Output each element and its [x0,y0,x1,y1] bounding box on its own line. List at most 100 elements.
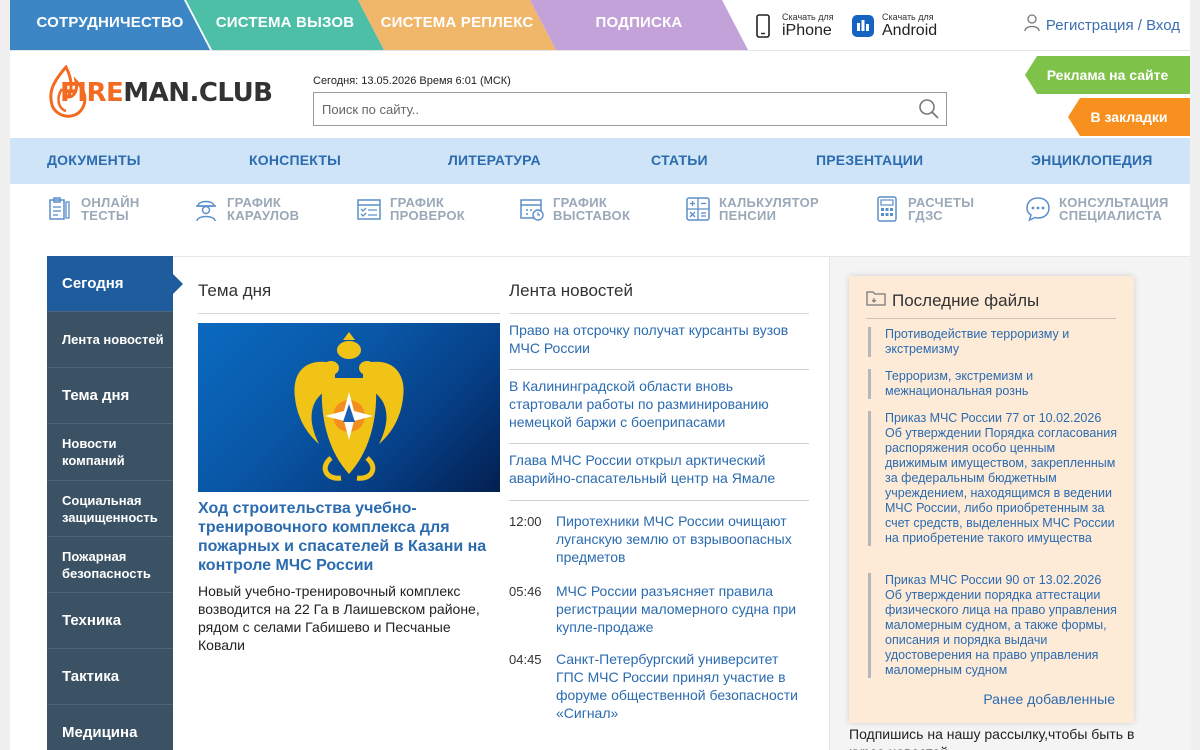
register-login-link[interactable]: Регистрация / Вход [1024,14,1180,36]
android-app-icon [852,13,874,39]
file-link[interactable]: Противодействие терроризму и экстремизму [868,327,1118,357]
test-clipboard-icon [49,197,70,220]
nav-encyclopedia[interactable]: ЭНЦИКЛОПЕДИЯ [1031,138,1153,182]
tab-subscription[interactable]: ПОДПИСКА [530,0,748,50]
divider [509,369,809,370]
phone-icon [752,13,774,39]
tab-label: СИСТЕМА РЕПЛЕКС [380,14,534,31]
sidebar-item-label: Тема дня [62,387,130,404]
news-time: 12:00 [509,514,542,529]
tool-consultation[interactable]: КОНСУЛЬТАЦИЯ СПЕЦИАЛИСТА [1025,196,1169,222]
sidebar-item-social-security[interactable]: Социальная защищенность [47,481,173,537]
sidebar-item-label: Новости компаний [62,436,125,468]
latest-files-card: Последние файлы Противодействие террориз… [849,276,1134,723]
sidebar-item-label: Техника [62,612,122,629]
top-bar: СОТРУДНИЧЕСТВО СИСТЕМА ВЫЗОВ СИСТЕМА РЕП… [10,0,1190,50]
tab-label: ПОДПИСКА [595,14,683,31]
nav-literature[interactable]: ЛИТЕРАТУРА [448,138,541,182]
tool-exhibition-schedule[interactable]: ГРАФИК ВЫСТАВОК [519,196,630,222]
firefighter-icon [196,200,216,222]
sidebar-item-medicine[interactable]: Медицина [47,705,173,750]
tools-row: ОНЛАЙН ТЕСТЫ ГРАФИК КАРАУЛОВ ГРАФИК ПРОВЕРО… [10,184,1190,244]
tab-label: СОТРУДНИЧЕСТВО [36,14,184,31]
right-column: Последние файлы Противодействие террориз… [829,256,1190,750]
site-logo[interactable]: FIREMAN.CLUB [46,63,273,123]
logo-text: FIREMAN.CLUB [60,78,273,108]
news-time: 05:46 [509,584,542,599]
tool-online-tests[interactable]: ОНЛАЙН ТЕСТЫ [47,196,140,222]
header: FIREMAN.CLUB Сегодня: 13.05.2026 Время 6… [10,50,1190,138]
tool-label: ПРОВЕРОК [390,208,465,223]
news-link[interactable]: Пиротехники МЧС России очищают луганскую… [556,512,809,566]
news-link[interactable]: МЧС России разъясняет правила регистраци… [556,582,809,636]
nav-presentations[interactable]: ПРЕЗЕНТАЦИИ [816,138,923,182]
tool-label: ВЫСТАВОК [553,208,631,223]
file-link[interactable]: Приказ МЧС России 77 от 10.02.2026 Об ут… [868,411,1118,546]
advertise-button[interactable]: Реклама на сайте [1025,56,1190,94]
tab-replex-system[interactable]: СИСТЕМА РЕПЛЕКС [358,0,556,50]
calculator-grid-icon [877,196,897,222]
newsletter-text: Подпишись на нашу рассылку,чтобы быть в … [849,726,1135,750]
search-icon[interactable] [918,98,940,120]
sidebar-item-label: Лента новостей [62,332,164,347]
current-date: Сегодня: 13.05.2026 Время 6:01 (МСК) [313,75,511,87]
calculator-icon [686,197,710,221]
sidebar-item-label: Пожарная безопасность [62,548,151,581]
nav-notes[interactable]: КОНСПЕКТЫ [249,138,341,182]
search-input[interactable] [322,93,912,125]
earlier-files-link[interactable]: Ранее добавленные [983,691,1115,707]
divider [866,318,1116,319]
topic-headline-link[interactable]: Ход строительства учебно-тренировочного … [198,499,500,575]
user-icon [1024,14,1040,36]
sidebar-item-news-feed[interactable]: Лента новостей [47,312,173,368]
topic-lead: Новый учебно-тренировочный комплекс возв… [198,583,480,653]
sidebar-item-fire-safety[interactable]: Пожарная безопасность [47,537,173,593]
divider [509,313,809,314]
file-link[interactable]: Приказ МЧС России 90 от 13.02.2026 Об ут… [868,573,1118,678]
login-label: Регистрация / Вход [1045,16,1180,34]
news-link[interactable]: Глава МЧС России открыл арктический авар… [509,451,809,487]
news-link[interactable]: Право на отсрочку получат курсанты вузов… [509,321,809,357]
sidebar-item-tactics[interactable]: Тактика [47,649,173,705]
sidebar-item-label: Сегодня [62,275,124,292]
bookmark-button[interactable]: В закладки [1068,98,1190,136]
sidebar-item-equipment[interactable]: Техника [47,593,173,649]
download-android-link[interactable]: Скачать для Android [852,10,937,42]
tab-call-system[interactable]: СИСТЕМА ВЫЗОВ [186,0,384,50]
latest-files-heading: Последние файлы [866,290,1039,311]
tab-cooperation[interactable]: СОТРУДНИЧЕСТВО [10,0,210,50]
sidebar-item-label: Тактика [62,668,120,685]
news-link[interactable]: В Калининградской области вновь стартова… [509,377,809,431]
tool-label: КАРАУЛОВ [227,208,300,223]
top-tabs: СОТРУДНИЧЕСТВО СИСТЕМА ВЫЗОВ СИСТЕМА РЕП… [10,0,750,50]
tool-label: ТЕСТЫ [81,208,129,223]
news-time: 04:45 [509,652,542,667]
sidebar-item-company-news[interactable]: Новости компаний [47,424,173,481]
divider [198,313,500,314]
divider [509,500,809,501]
news-link[interactable]: Санкт-Петербургский университет ГПС МЧС … [556,650,809,722]
nav-articles[interactable]: СТАТЬИ [651,138,708,182]
emercom-emblem-icon [294,332,404,481]
folder-icon [866,290,886,311]
file-link[interactable]: Терроризм, экстремизм и межнациональная … [868,369,1118,399]
sidebar-item-label: Медицина [62,724,138,741]
calendar-clock-icon [520,199,544,221]
tool-pension-calculator[interactable]: КАЛЬКУЛЯТОР ПЕНСИИ [685,196,819,222]
search-box [313,92,947,126]
sidebar-item-today[interactable]: Сегодня [47,256,173,312]
main-nav: ДОКУМЕНТЫ КОНСПЕКТЫ ЛИТЕРАТУРА СТАТЬИ ПР… [10,138,1190,184]
tool-guard-schedule[interactable]: ГРАФИК КАРАУЛОВ [193,196,299,222]
tool-inspection-schedule[interactable]: ГРАФИК ПРОВЕРОК [356,196,465,222]
tool-label: ПЕНСИИ [719,208,777,223]
topic-image[interactable] [198,323,500,492]
sidebar-item-topic-of-day[interactable]: Тема дня [47,368,173,424]
tool-gdzs-calculations[interactable]: РАСЧЕТЫ ГДЗС [874,196,974,222]
main-content: Тема дня Ход строительства учебно-тренир… [173,256,829,750]
page: СОТРУДНИЧЕСТВО СИСТЕМА ВЫЗОВ СИСТЕМА РЕП… [10,0,1190,750]
download-iphone-link[interactable]: Скачать для iPhone [752,10,834,42]
topic-heading: Тема дня [198,281,272,300]
tool-label: ГДЗС [908,208,943,223]
nav-documents[interactable]: ДОКУМЕНТЫ [47,138,141,182]
app-caption: Скачать для [782,12,834,22]
